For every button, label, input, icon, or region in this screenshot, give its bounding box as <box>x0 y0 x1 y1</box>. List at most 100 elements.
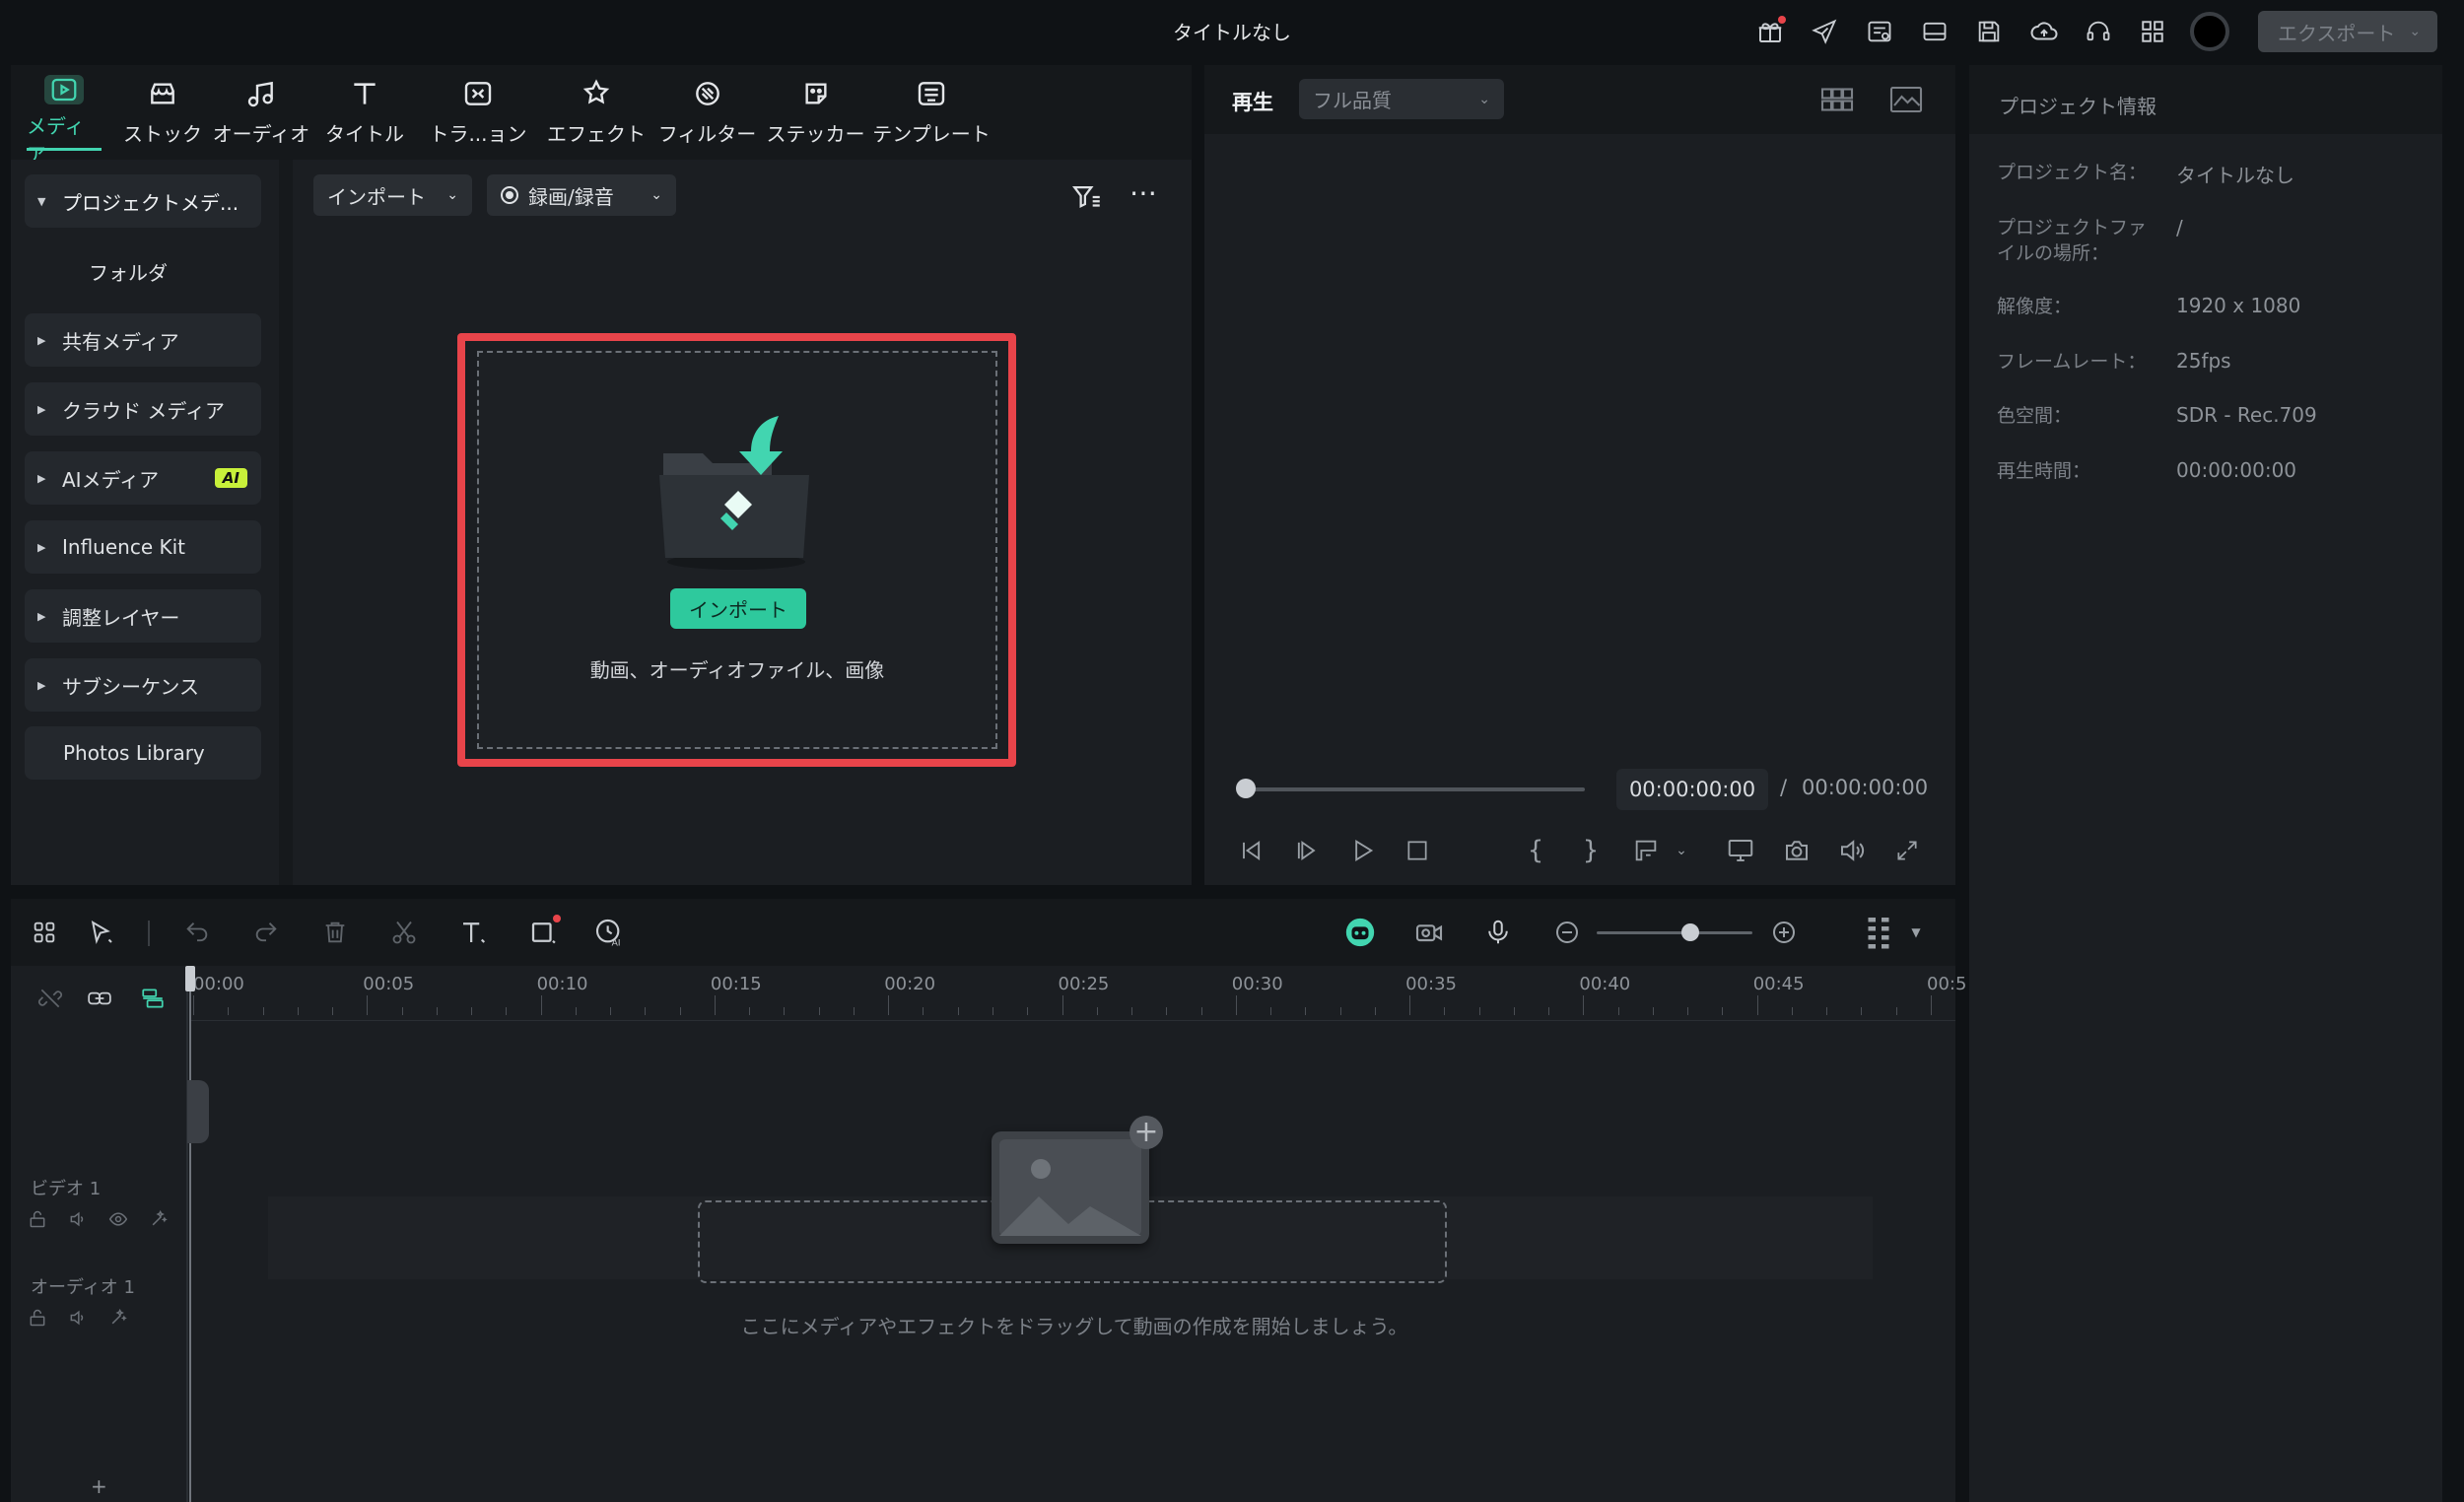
lock-icon[interactable] <box>27 1208 48 1230</box>
caret-down-icon[interactable]: ▼ <box>1904 915 1928 950</box>
apps-grid-icon[interactable] <box>2135 14 2170 49</box>
select-tool-icon[interactable] <box>84 915 119 950</box>
auto-adjust-icon[interactable] <box>107 1307 129 1329</box>
caret-right-icon: ▶ <box>37 333 46 347</box>
send-icon[interactable] <box>1807 14 1842 49</box>
microphone-icon[interactable] <box>1480 915 1516 950</box>
ruler-tick <box>1652 1007 1654 1015</box>
sidebar-item-project-media[interactable]: ▼ プロジェクトメデ... <box>25 174 261 228</box>
track-layout-icon[interactable] <box>1861 915 1896 950</box>
more-options-icon[interactable]: ⋯ <box>1124 179 1163 214</box>
sidebar-item-label: Photos Library <box>63 741 205 765</box>
tab-filter[interactable]: フィルター <box>655 75 759 152</box>
playhead-line[interactable] <box>189 966 191 1502</box>
track-panel-toggle[interactable] <box>187 1080 209 1143</box>
eye-icon[interactable] <box>107 1208 129 1230</box>
camera-record-icon[interactable] <box>1411 915 1447 950</box>
playback-progress-track[interactable] <box>1238 787 1585 791</box>
sidebar-item-subsequence[interactable]: ▶ サブシーケンス <box>25 658 261 712</box>
ruler-tick <box>332 1007 334 1015</box>
sidebar-item-folder[interactable]: フォルダ <box>25 244 261 298</box>
gift-icon[interactable] <box>1752 14 1788 49</box>
track-volume-icon[interactable] <box>67 1307 89 1329</box>
lock-icon[interactable] <box>27 1307 48 1329</box>
ai-tool-icon[interactable]: AI <box>591 915 627 950</box>
play-icon[interactable] <box>1344 833 1380 868</box>
add-track-button[interactable]: + <box>91 1474 107 1498</box>
chevron-down-icon[interactable]: ⌄ <box>1670 833 1693 868</box>
link-icon[interactable] <box>85 984 114 1013</box>
folder-import-icon <box>655 414 823 572</box>
playback-progress-handle[interactable] <box>1236 779 1256 798</box>
auto-adjust-icon[interactable] <box>148 1208 170 1230</box>
zoom-slider-handle[interactable] <box>1680 923 1699 941</box>
delete-icon[interactable] <box>317 915 353 950</box>
unlink-icon[interactable] <box>35 984 65 1013</box>
record-dropdown[interactable]: 録画/録音 ⌄ <box>487 174 676 216</box>
import-button[interactable]: インポート <box>670 588 806 629</box>
mark-out-icon[interactable]: } <box>1573 833 1608 868</box>
record-icon <box>501 186 518 204</box>
avatar[interactable] <box>2190 12 2229 51</box>
zoom-slider-track[interactable] <box>1597 931 1752 934</box>
sidebar-divider[interactable] <box>279 160 293 885</box>
ruler-tick <box>262 1007 264 1015</box>
effects-icon <box>577 75 616 112</box>
caret-right-icon: ▶ <box>37 471 46 485</box>
headset-icon[interactable] <box>2081 14 2116 49</box>
zoom-out-icon[interactable] <box>1549 915 1585 950</box>
export-button[interactable]: エクスポート ⌄ <box>2258 11 2437 52</box>
sidebar-item-influence-kit[interactable]: ▶ Influence Kit <box>25 520 261 574</box>
info-label: フレームレート： <box>1997 351 2147 373</box>
quality-dropdown[interactable]: フル品質 ⌄ <box>1299 79 1504 119</box>
grid-view-icon[interactable] <box>1819 85 1855 114</box>
sidebar-item-shared-media[interactable]: ▶ 共有メディア <box>25 313 261 367</box>
tab-template[interactable]: テンプレート <box>872 75 991 152</box>
tab-audio[interactable]: オーディオ <box>212 75 310 152</box>
ruler-tick <box>1270 1007 1272 1015</box>
sidebar-item-ai-media[interactable]: ▶ AIメディア AI <box>25 451 261 505</box>
volume-icon[interactable] <box>1834 833 1870 868</box>
sidebar-item-photos-library[interactable]: Photos Library <box>25 726 261 780</box>
mark-in-icon[interactable]: { <box>1518 833 1553 868</box>
previous-frame-icon[interactable] <box>1233 833 1268 868</box>
ai-assistant-icon[interactable] <box>1342 915 1378 950</box>
marker-icon[interactable] <box>1628 833 1664 868</box>
save-icon[interactable] <box>1971 14 2007 49</box>
ruler-tick <box>1235 995 1237 1015</box>
tab-sticker[interactable]: ステッカー <box>764 75 867 152</box>
layout-grid-icon[interactable] <box>27 915 62 950</box>
sidebar-item-cloud-media[interactable]: ▶ クラウド メディア <box>25 382 261 436</box>
cut-icon[interactable] <box>386 915 422 950</box>
undo-icon[interactable] <box>179 915 215 950</box>
tab-media[interactable]: メディア <box>27 75 102 167</box>
snapshot-icon[interactable] <box>1779 833 1814 868</box>
crop-tool-icon[interactable] <box>525 915 561 950</box>
ruler-tick-label: 00:20 <box>884 974 936 994</box>
tab-effects[interactable]: エフェクト <box>547 75 646 152</box>
filter-sort-icon[interactable] <box>1070 180 1104 214</box>
display-icon[interactable] <box>1723 833 1758 868</box>
zoom-in-icon[interactable] <box>1766 915 1802 950</box>
track-volume-icon[interactable] <box>67 1208 89 1230</box>
tab-stock[interactable]: ストック <box>118 75 207 152</box>
stop-icon[interactable] <box>1400 833 1435 868</box>
tab-title[interactable]: タイトル <box>320 75 409 152</box>
sidebar-item-adjustment-layer[interactable]: ▶ 調整レイヤー <box>25 589 261 643</box>
playhead-marker[interactable] <box>185 966 195 991</box>
scope-chart-icon[interactable] <box>1888 85 1924 114</box>
ruler-tick <box>1895 1007 1897 1015</box>
next-frame-icon[interactable] <box>1289 833 1325 868</box>
layout-icon[interactable] <box>1917 14 1952 49</box>
tab-transition[interactable]: トラ...ョン <box>424 75 532 152</box>
cloud-upload-icon[interactable] <box>2026 14 2062 49</box>
queue-icon[interactable] <box>1862 14 1897 49</box>
redo-icon[interactable] <box>248 915 284 950</box>
fullscreen-icon[interactable] <box>1889 833 1925 868</box>
preview-canvas[interactable] <box>1204 134 1955 765</box>
current-time[interactable]: 00:00:00:00 <box>1616 769 1768 810</box>
magnetic-track-icon[interactable] <box>138 984 168 1013</box>
add-media-icon[interactable]: + <box>1129 1116 1163 1149</box>
text-tool-icon[interactable] <box>455 915 491 950</box>
import-dropdown[interactable]: インポート ⌄ <box>313 174 472 216</box>
